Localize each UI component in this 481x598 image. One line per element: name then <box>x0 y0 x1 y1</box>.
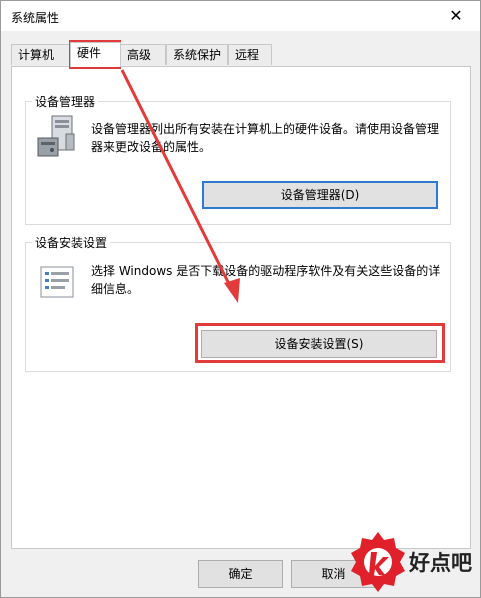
close-icon[interactable]: ✕ <box>436 1 476 31</box>
device-manager-description: 设备管理器列出所有安装在计算机上的硬件设备。请使用设备管理器来更改设备的属性。 <box>91 122 440 154</box>
device-manager-group-title: 设备管理器 <box>32 93 99 110</box>
device-installation-description: 选择 Windows 是否下载设备的驱动程序软件及有关这些设备的详细信息。 <box>91 264 441 296</box>
watermark: 好点吧 <box>345 527 481 598</box>
tab-advanced[interactable]: 高级 <box>120 44 166 65</box>
tab-remote[interactable]: 远程 <box>228 44 272 65</box>
window-title: 系统属性 <box>11 11 60 25</box>
device-manager-icon <box>36 114 78 160</box>
device-installation-group-title: 设备安装设置 <box>32 234 111 251</box>
tab-computer-name[interactable]: 计算机名 <box>11 44 70 83</box>
device-manager-button[interactable]: 设备管理器(D) <box>202 181 438 209</box>
device-installation-icon <box>40 266 74 298</box>
watermark-text: 好点吧 <box>409 551 472 575</box>
tab-hardware[interactable]: 硬件 <box>70 42 121 67</box>
title-bar: 系统属性 ✕ <box>1 1 480 31</box>
logo-icon <box>349 531 407 593</box>
tab-system-protection[interactable]: 系统保护 <box>166 44 228 65</box>
hardware-tab-panel: 设备管理器 设备管理器列出所有安装在计算机上的硬件设备。请使用设备管理器来更改设… <box>11 66 471 549</box>
system-properties-window: 系统属性 ✕ 计算机名 硬件 高级 系统保护 远程 设备管理器 <box>0 0 481 598</box>
device-installation-button[interactable]: 设备安装设置(S) <box>201 330 437 358</box>
ok-button[interactable]: 确定 <box>198 560 283 588</box>
device-manager-group: 设备管理器 设备管理器列出所有安装在计算机上的硬件设备。请使用设备管理器来更改设… <box>25 93 451 225</box>
device-installation-group: 设备安装设置 选择 Windows 是否下载设备的驱动程序软件及有关这些设备的详… <box>25 234 451 372</box>
